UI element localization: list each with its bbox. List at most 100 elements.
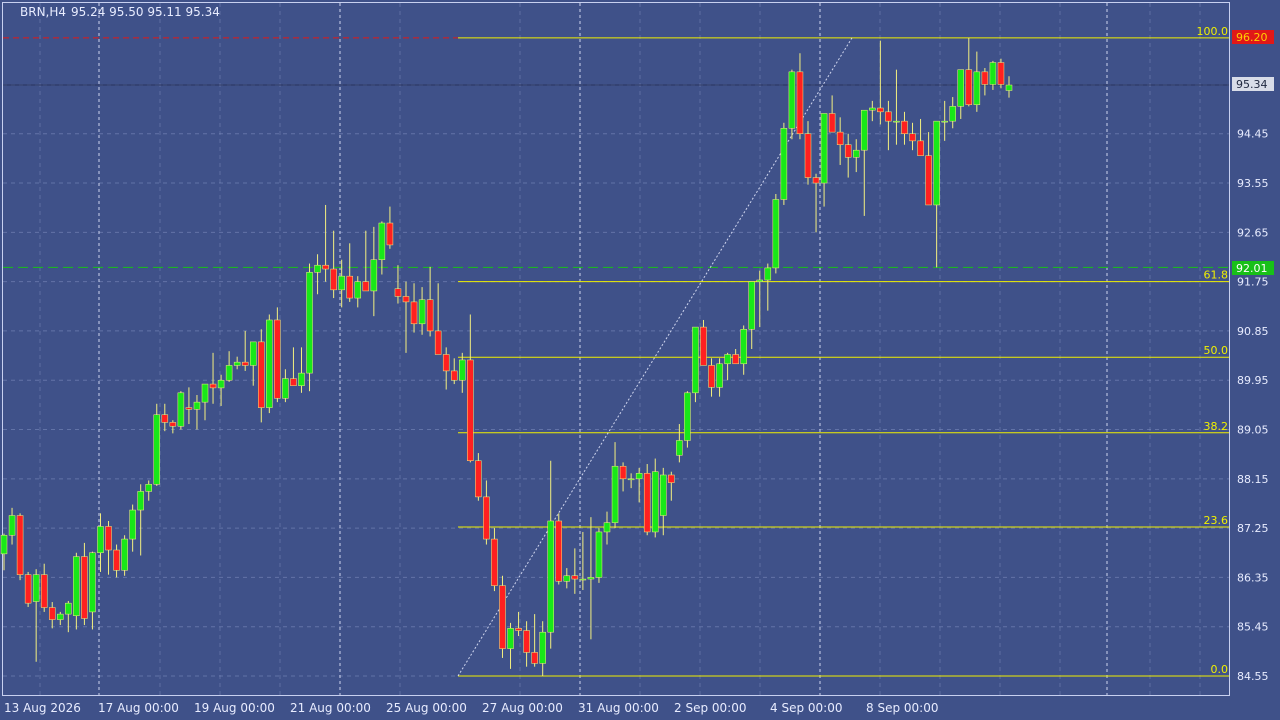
candle-body	[957, 69, 965, 107]
x-tick-label: 2 Sep 00:00	[674, 701, 746, 715]
candle-body	[1005, 84, 1013, 91]
candle-body	[507, 628, 514, 649]
candle-body	[933, 120, 940, 206]
candle	[499, 575, 506, 658]
x-tick-label: 25 Aug 00:00	[386, 701, 467, 715]
candle-body	[217, 379, 225, 389]
candle	[306, 263, 313, 392]
candle-body	[724, 354, 731, 365]
x-tick-label: 4 Sep 00:00	[770, 701, 842, 715]
y-tick-label: 84.55	[1237, 670, 1269, 683]
candle-body	[16, 515, 24, 575]
candle-body	[523, 630, 530, 653]
candle	[643, 464, 651, 536]
candle-body	[418, 299, 426, 325]
candle-body	[410, 301, 418, 325]
candle-body	[684, 392, 691, 441]
candle-body	[258, 341, 265, 408]
candle-body	[394, 288, 402, 297]
x-tick-label: 13 Aug 2026	[4, 701, 81, 715]
candle-body	[603, 522, 611, 533]
candle-body	[193, 401, 201, 410]
candle	[780, 122, 788, 205]
candle	[266, 314, 273, 414]
candle-body	[700, 326, 707, 366]
candle-body	[32, 574, 40, 602]
candle-body	[660, 474, 667, 516]
candle-body	[298, 372, 305, 386]
candle-body	[531, 652, 538, 664]
candle-body	[981, 71, 989, 85]
candle-body	[861, 109, 868, 151]
candle-body	[65, 602, 72, 615]
candle-body	[587, 577, 595, 580]
fib-level-label: 100.0	[1197, 25, 1229, 38]
fib-level-label: 0.0	[1211, 663, 1229, 676]
candle-body	[81, 556, 88, 619]
candle-body	[48, 607, 56, 620]
candle-body	[354, 281, 362, 299]
candle	[274, 307, 281, 403]
candle-body	[844, 144, 852, 158]
y-tick-label: 90.85	[1237, 325, 1269, 338]
candle-body	[113, 549, 120, 571]
candle-body	[668, 474, 675, 483]
candle-body	[651, 471, 659, 533]
x-tick-label: 31 Aug 00:00	[578, 701, 659, 715]
candle-body	[129, 509, 136, 540]
candle-body	[579, 578, 587, 581]
x-tick-label: 8 Sep 00:00	[866, 701, 938, 715]
candle-body	[306, 272, 313, 374]
candle	[121, 535, 128, 576]
candle-body	[748, 281, 755, 330]
candle-body	[73, 556, 80, 616]
candle-body	[475, 460, 482, 498]
candle-body	[515, 628, 522, 631]
candle-body	[555, 520, 563, 582]
candle-body	[402, 296, 410, 303]
candle-body	[804, 133, 812, 178]
candle	[997, 58, 1005, 89]
candle-body	[467, 359, 474, 461]
candle-body	[225, 365, 233, 381]
candle-body	[153, 414, 161, 485]
candle	[24, 571, 32, 607]
candle-body	[812, 177, 820, 184]
candle-body	[997, 62, 1005, 85]
candle-body	[740, 329, 747, 365]
candle-body	[57, 613, 64, 620]
candle	[153, 403, 161, 486]
candle-body	[370, 259, 378, 292]
candle-body	[89, 552, 96, 613]
candle-body	[249, 341, 257, 366]
candle-body	[627, 478, 635, 481]
candle-body	[716, 363, 723, 388]
candle-body	[459, 359, 466, 381]
candle-body	[314, 264, 321, 273]
candle-body	[764, 267, 772, 281]
symbol-timeframe: BRN,H4	[20, 5, 66, 19]
candle-body	[266, 319, 273, 408]
candle-body	[820, 113, 828, 184]
candle-body	[290, 378, 297, 386]
candle-body	[362, 281, 370, 292]
candle-body	[483, 496, 490, 540]
chart-canvas[interactable]: 100.0 61.8 50.0 38.2 23.6 0.0 95.34 94.45 93.55…	[0, 0, 1280, 720]
candle-body	[643, 473, 651, 533]
candle-body	[901, 120, 908, 134]
candle-body	[571, 575, 579, 580]
candle-body	[877, 107, 884, 113]
y-tick-label: 92.65	[1237, 226, 1269, 239]
candle-body	[233, 361, 241, 366]
candle-body	[893, 120, 900, 123]
candle-body	[426, 299, 434, 332]
candle-body	[450, 370, 458, 381]
candle-body	[692, 326, 699, 394]
x-tick-label: 27 Aug 00:00	[482, 701, 563, 715]
candle-body	[869, 107, 876, 111]
candle-body	[676, 440, 683, 456]
candle-body	[925, 155, 932, 206]
candle-body	[941, 120, 948, 123]
candle	[177, 391, 185, 430]
candle-body	[386, 222, 394, 246]
